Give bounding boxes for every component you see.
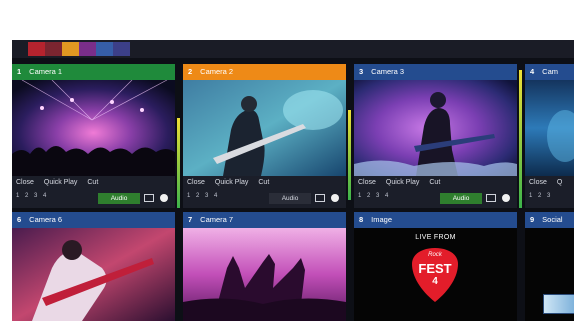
layer-4-button[interactable]: 4	[43, 193, 52, 199]
layer-1-button[interactable]: 1	[529, 193, 538, 199]
image-8-preview[interactable]: LIVE FROM Rock FEST 4	[354, 228, 517, 321]
input-label: Camera 2	[200, 67, 234, 76]
input-label: Camera 6	[29, 215, 63, 224]
quick-play-button[interactable]: Quick Play	[44, 179, 77, 186]
camera-tile-4[interactable]: 4 Cam Close Q 123	[525, 64, 574, 208]
input-number: 2	[188, 67, 193, 76]
image-8-header: 8 Image	[354, 212, 517, 228]
layer-2-button[interactable]: 2	[25, 193, 34, 199]
camera-1-controls: Close Quick Play Cut 1234 Audio	[12, 176, 175, 208]
rock-fest-logo: Rock FEST 4	[410, 246, 460, 304]
swatch-maroon[interactable]	[45, 42, 62, 56]
close-button[interactable]: Close	[358, 179, 376, 186]
layer-4-button[interactable]: 4	[385, 193, 394, 199]
input-number: 3	[359, 67, 364, 76]
audio-button[interactable]: Audio	[269, 193, 311, 204]
layer-3-button[interactable]: 3	[376, 193, 385, 199]
app-window: 1 Camera 1 Close Quick Play Cut 1234 Aud…	[12, 40, 574, 321]
camera-tile-7[interactable]: 7 Camera 7	[183, 212, 346, 321]
close-button[interactable]: Close	[187, 179, 205, 186]
camera-1-header: 1 Camera 1	[12, 64, 175, 80]
social-post-thumbnail	[543, 294, 574, 314]
input-number: 4	[530, 67, 535, 76]
close-button[interactable]: Close	[529, 179, 547, 186]
layer-2-button[interactable]: 2	[367, 193, 376, 199]
input-number: 1	[17, 67, 22, 76]
input-label: Social	[542, 215, 563, 224]
layer-3-button[interactable]: 3	[205, 193, 214, 199]
camera-4-preview[interactable]	[525, 80, 574, 176]
monitor-icon[interactable]	[486, 194, 496, 202]
audio-button[interactable]: Audio	[440, 193, 482, 204]
layer-2-button[interactable]: 2	[538, 193, 547, 199]
input-number: 6	[17, 215, 22, 224]
record-dot-icon[interactable]	[160, 194, 168, 202]
input-number: 8	[359, 215, 364, 224]
monitor-icon[interactable]	[315, 194, 325, 202]
record-dot-icon[interactable]	[331, 194, 339, 202]
layer-4-button[interactable]: 4	[214, 193, 223, 199]
cut-button[interactable]: Cut	[429, 179, 440, 186]
camera-3-header: 3 Camera 3	[354, 64, 517, 80]
input-label: Camera 7	[200, 215, 234, 224]
quick-play-button[interactable]: Quick Play	[215, 179, 248, 186]
camera-7-header: 7 Camera 7	[183, 212, 346, 228]
audio-meter-1	[177, 118, 180, 208]
camera-6-header: 6 Camera 6	[12, 212, 175, 228]
camera-2-controls: Close Quick Play Cut 1234 Audio	[183, 176, 346, 208]
image-tile-8[interactable]: 8 Image LIVE FROM Rock FEST 4	[354, 212, 517, 321]
quick-play-button[interactable]: Quick Play	[386, 179, 419, 186]
layer-1-button[interactable]: 1	[16, 193, 25, 199]
swatch-indigo[interactable]	[113, 42, 130, 56]
audio-meter-2	[348, 110, 351, 200]
swatch-orange[interactable]	[62, 42, 79, 56]
camera-1-preview[interactable]	[12, 79, 175, 176]
camera-7-preview[interactable]	[183, 228, 346, 321]
camera-4-header: 4 Cam	[525, 64, 574, 80]
camera-tile-1[interactable]: 1 Camera 1 Close Quick Play Cut 1234 Aud…	[12, 64, 175, 208]
input-number: 7	[188, 215, 193, 224]
record-dot-icon[interactable]	[502, 194, 510, 202]
close-button[interactable]: Close	[16, 179, 34, 186]
layer-3-button[interactable]: 3	[547, 193, 556, 199]
social-tile-9[interactable]: 9 Social	[525, 212, 574, 321]
input-label: Image	[371, 215, 393, 224]
layer-1-button[interactable]: 1	[358, 193, 367, 199]
input-label: Camera 1	[29, 67, 63, 76]
layer-3-button[interactable]: 3	[34, 193, 43, 199]
live-from-text: LIVE FROM	[415, 234, 456, 241]
cut-button[interactable]: Cut	[258, 179, 269, 186]
camera-2-header: 2 Camera 2	[183, 64, 346, 80]
camera-6-preview[interactable]	[12, 228, 175, 321]
swatch-blue[interactable]	[96, 42, 113, 56]
camera-4-controls: Close Q 123	[525, 176, 574, 208]
camera-tile-2[interactable]: 2 Camera 2 Close Quick Play Cut 1234 Audio	[183, 64, 346, 208]
input-label: Cam	[542, 67, 559, 76]
layer-2-button[interactable]: 2	[196, 193, 205, 199]
color-swatch-bar	[12, 40, 574, 58]
cut-button[interactable]: Cut	[87, 179, 98, 186]
camera-2-preview[interactable]	[183, 80, 346, 176]
audio-button[interactable]: Audio	[98, 193, 140, 204]
monitor-icon[interactable]	[144, 194, 154, 202]
audio-meter-3	[519, 70, 522, 208]
camera-3-controls: Close Quick Play Cut 1234 Audio	[354, 176, 517, 208]
quick-play-button[interactable]: Q	[557, 179, 562, 186]
camera-tile-6[interactable]: 6 Camera 6	[12, 212, 175, 321]
social-9-header: 9 Social	[525, 212, 574, 228]
swatch-purple[interactable]	[79, 42, 96, 56]
layer-1-button[interactable]: 1	[187, 193, 196, 199]
input-label: Camera 3	[371, 67, 405, 76]
social-9-preview[interactable]	[525, 228, 574, 321]
swatch-red[interactable]	[28, 42, 45, 56]
camera-3-preview[interactable]	[354, 80, 517, 176]
camera-tile-3[interactable]: 3 Camera 3 Close Quick Play Cut 1234 Audio	[354, 64, 517, 208]
input-number: 9	[530, 215, 535, 224]
